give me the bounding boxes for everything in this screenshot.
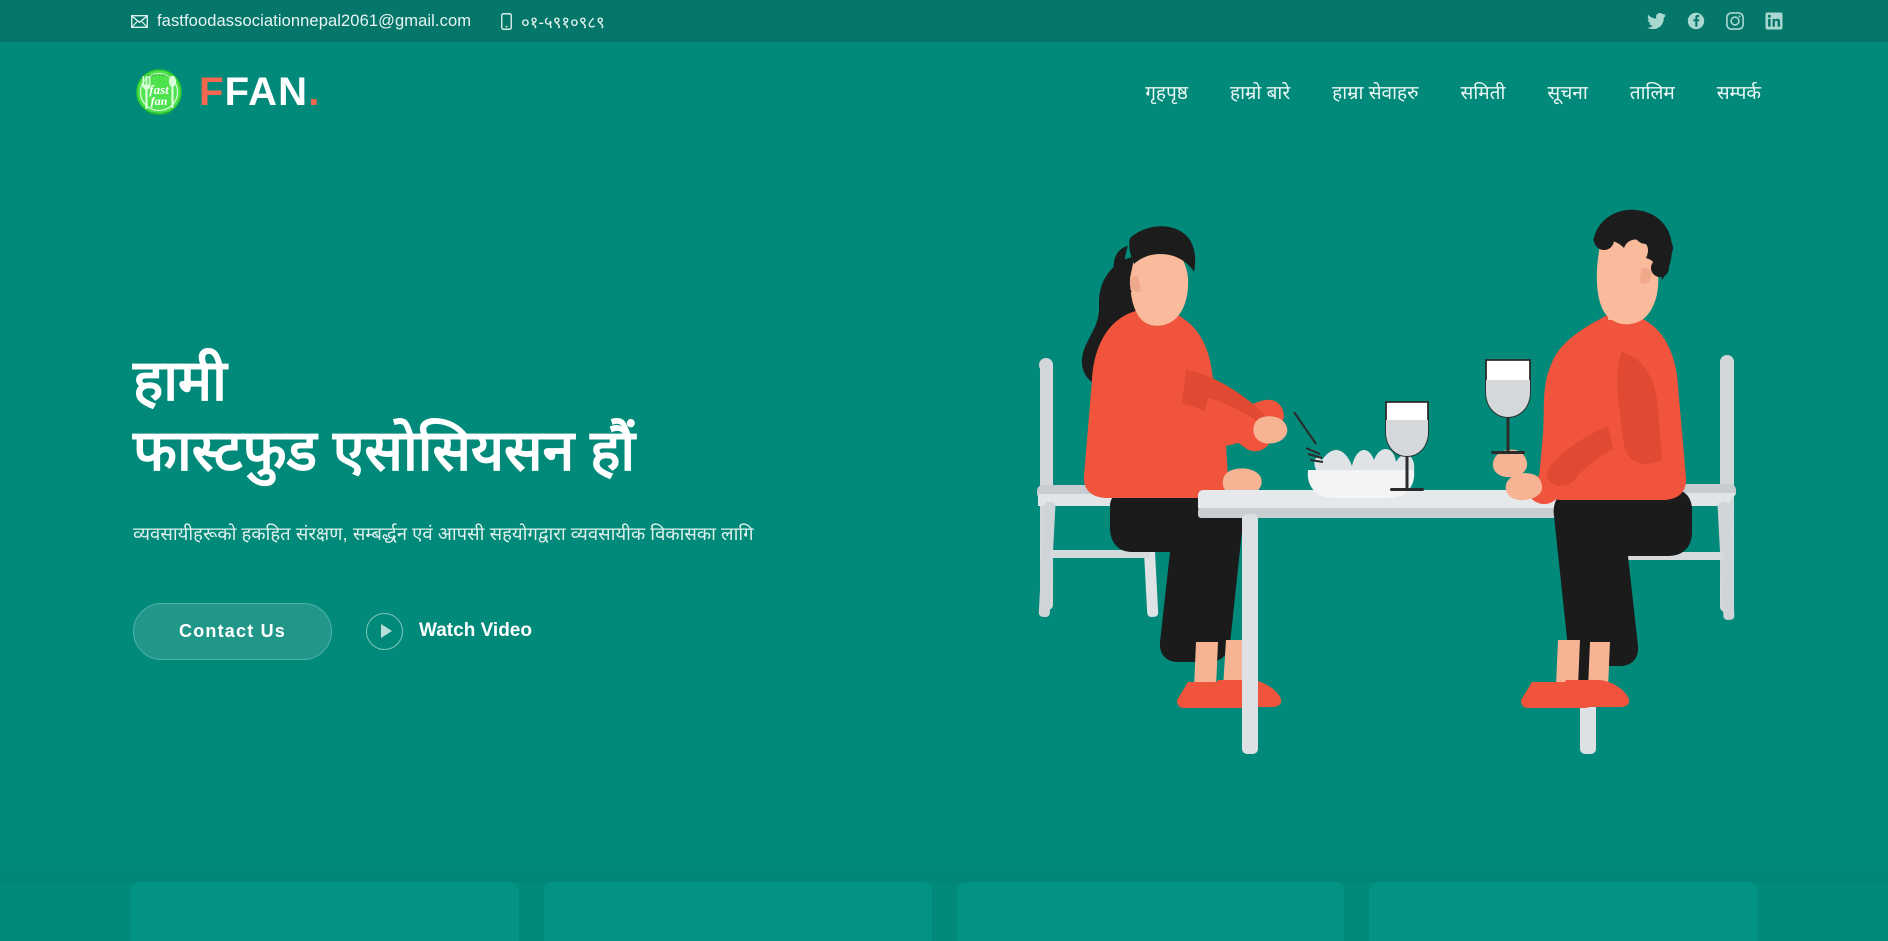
svg-text:FAST FOOD: FAST FOOD bbox=[147, 74, 172, 78]
feature-cards-row bbox=[0, 882, 1888, 941]
top-contact-bar: fastfoodassociationnepal2061@gmail.com ०… bbox=[0, 0, 1888, 42]
page-title: हामी फास्टफुड एसोसियसन हौं bbox=[133, 349, 636, 483]
topbar-phone[interactable]: ०१-५९१०९८९ bbox=[501, 10, 605, 33]
nav-item-about[interactable]: हाम्रो बारे bbox=[1209, 71, 1311, 113]
play-circle-icon bbox=[366, 612, 404, 650]
brand-name: FFAN. bbox=[199, 72, 321, 112]
hero-copy: हामी फास्टफुड एसोसियसन हौं व्यवसायीहरूको… bbox=[133, 347, 933, 660]
brand-name-first: F bbox=[199, 70, 225, 114]
contact-us-button[interactable]: Contact Us bbox=[133, 602, 333, 660]
nav-item-home[interactable]: गृहपृष्ठ bbox=[1124, 71, 1209, 113]
brand-name-dot: . bbox=[308, 70, 321, 114]
envelope-icon bbox=[131, 14, 148, 28]
nav-item-services[interactable]: हाम्रा सेवाहरु bbox=[1311, 71, 1439, 113]
brand-logo[interactable]: fast fan FAST FOOD NEPAL 2061 FFAN. bbox=[0, 64, 321, 120]
nav-item-notices[interactable]: सूचना bbox=[1526, 71, 1608, 113]
page-root: fastfoodassociationnepal2061@gmail.com ०… bbox=[0, 0, 1888, 941]
hero-section: हामी फास्टफुड एसोसियसन हौं व्यवसायीहरूको… bbox=[0, 142, 1888, 882]
hero-illustration bbox=[1020, 202, 1840, 762]
topbar-phone-text: ०१-५९१०९८९ bbox=[521, 13, 605, 32]
fork-utensil bbox=[1293, 411, 1324, 463]
hero-subtitle: व्यवसायीहरूको हकहित संरक्षण, सम्बर्द्धन … bbox=[133, 523, 754, 545]
instagram-icon[interactable] bbox=[1725, 12, 1744, 31]
mobile-phone-icon bbox=[501, 12, 513, 30]
wine-glass-held bbox=[1485, 359, 1531, 454]
social-links bbox=[1647, 0, 1783, 42]
nav-item-training[interactable]: तालिम bbox=[1609, 71, 1696, 113]
main-navigation: गृहपृष्ठ हाम्रो बारे हाम्रा सेवाहरु समित… bbox=[1124, 71, 1782, 113]
nav-item-contact[interactable]: सम्पर्क bbox=[1696, 71, 1782, 113]
site-header: fast fan FAST FOOD NEPAL 2061 FFAN. गृहप… bbox=[0, 42, 1888, 142]
watch-video-button[interactable]: Watch Video bbox=[366, 612, 532, 650]
section-seam bbox=[0, 860, 1888, 882]
topbar-email-text: fastfoodassociationnepal2061@gmail.com bbox=[157, 11, 472, 30]
svg-text:NEPAL 2061: NEPAL 2061 bbox=[146, 112, 171, 116]
feature-card-1[interactable] bbox=[131, 882, 519, 941]
twitter-icon[interactable] bbox=[1647, 12, 1666, 31]
topbar-contact-group: fastfoodassociationnepal2061@gmail.com ०… bbox=[0, 10, 605, 33]
feature-card-3[interactable] bbox=[956, 882, 1345, 941]
hero-actions: Contact Us Watch Video bbox=[133, 602, 933, 660]
facebook-icon[interactable] bbox=[1686, 12, 1705, 31]
brand-name-rest: FAN bbox=[224, 70, 309, 114]
feature-card-2[interactable] bbox=[543, 882, 932, 941]
man-figure bbox=[1492, 209, 1692, 708]
feature-card-4[interactable] bbox=[1369, 882, 1757, 941]
linkedin-icon[interactable] bbox=[1764, 12, 1783, 31]
topbar-email[interactable]: fastfoodassociationnepal2061@gmail.com bbox=[131, 12, 471, 31]
watch-video-label: Watch Video bbox=[419, 620, 532, 642]
svg-text:fan: fan bbox=[151, 94, 168, 108]
nav-item-committee[interactable]: समिती bbox=[1440, 71, 1527, 113]
ffan-circular-logo-icon: fast fan FAST FOOD NEPAL 2061 bbox=[131, 64, 187, 120]
